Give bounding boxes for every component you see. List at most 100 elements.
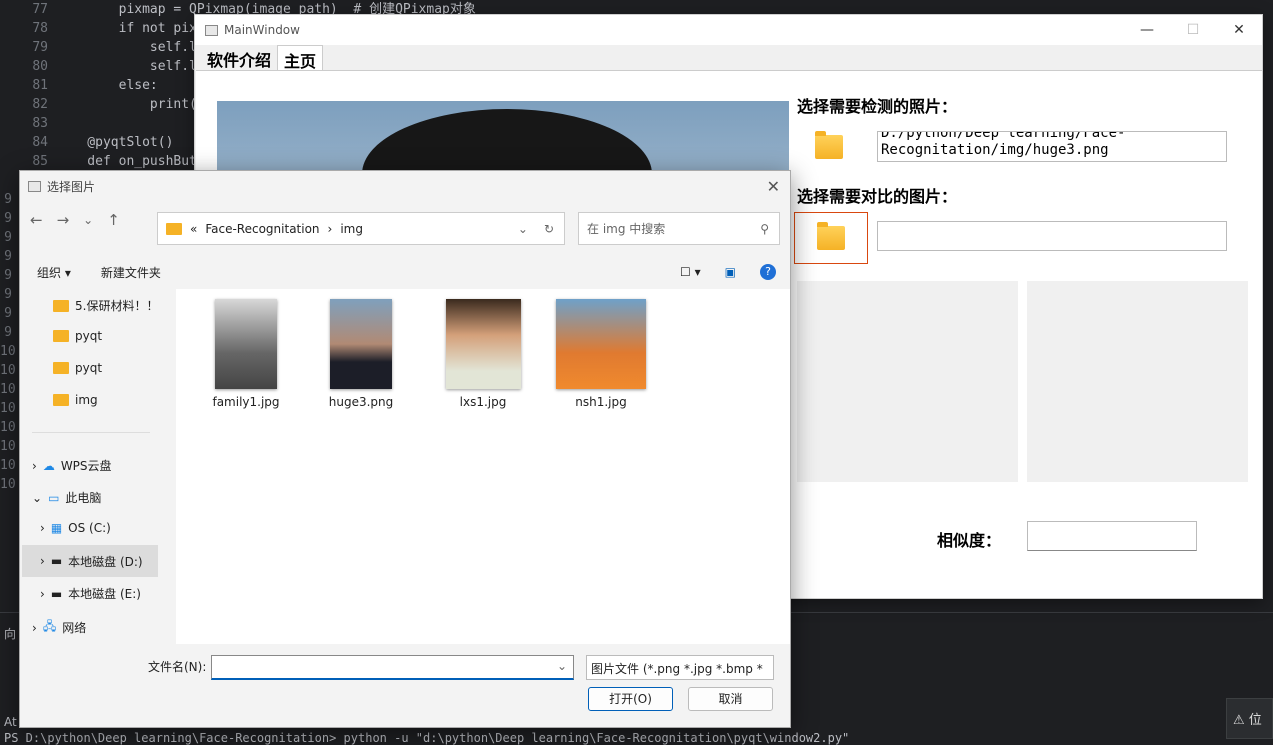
folder-icon	[53, 394, 69, 406]
main-window-title: MainWindow	[224, 23, 300, 37]
forward-arrow-icon[interactable]: →	[57, 211, 70, 229]
open-button[interactable]: 打开(O)	[588, 687, 673, 711]
nav-item-c[interactable]: › ▦ OS (C:)	[40, 521, 111, 535]
line-number: 82	[32, 97, 48, 112]
line-number: 77	[32, 2, 48, 17]
help-icon[interactable]: ?	[760, 264, 776, 280]
thumbnail	[330, 299, 392, 389]
nav-item-d[interactable]: › ▬ 本地磁盘 (D:)	[22, 545, 158, 577]
chevron-right-icon: ›	[32, 620, 37, 635]
chevron-down-icon[interactable]: ⌄	[518, 222, 528, 236]
code-line: if not pix	[56, 21, 197, 36]
code-line: self.l	[56, 59, 197, 74]
app-icon	[28, 180, 41, 192]
search-input[interactable]: 在 img 中搜索	[587, 220, 665, 237]
dialog-toolbar: 组织 ▾ 新建文件夹 ☐ ▾ ▣ ?	[20, 257, 790, 287]
detect-folder-button[interactable]	[792, 121, 866, 173]
filetype-select[interactable]: 图片文件 (*.png *.jpg *.bmp *	[586, 655, 774, 680]
terminal-line: At	[4, 715, 17, 729]
dialog-nav-buttons: ← → ⌄ ↑	[30, 211, 120, 229]
tab-intro[interactable]: 软件介绍	[201, 45, 277, 71]
folder-icon	[53, 330, 69, 342]
chevron-down-icon: ⌄	[32, 490, 43, 505]
minimize-button[interactable]: —	[1124, 22, 1170, 38]
line-number: 10	[0, 420, 16, 435]
breadcrumb-face-recognitation[interactable]: Face-Recognitation	[205, 222, 319, 236]
chevron-down-icon[interactable]: ⌄	[557, 659, 567, 673]
warning-toast[interactable]: ⚠ 位	[1226, 698, 1273, 739]
nav-item-baoyan[interactable]: 5.保研材料！！	[53, 297, 158, 314]
cancel-button[interactable]: 取消	[688, 687, 773, 711]
file-dialog: 选择图片 ✕ ← → ⌄ ↑ « Face-Recognitation › im…	[19, 170, 791, 728]
network-icon: 🖧	[42, 619, 57, 633]
filename-input[interactable]: ⌄	[211, 655, 574, 680]
dialog-close-icon[interactable]: ✕	[767, 177, 780, 196]
nav-item-e[interactable]: › ▬ 本地磁盘 (E:)	[40, 585, 141, 602]
drive-icon: ▬	[50, 554, 63, 568]
file-item-huge3[interactable]: huge3.png	[311, 299, 411, 409]
chevron-right-icon: ›	[32, 458, 37, 473]
main-titlebar: MainWindow — ☐ ✕	[195, 15, 1262, 45]
nav-item-pyqt[interactable]: pyqt	[53, 329, 102, 343]
nav-item-pyqt-2[interactable]: pyqt	[53, 361, 102, 375]
line-number: 83	[32, 116, 48, 131]
nav-item-img[interactable]: img	[53, 393, 98, 407]
detect-path-field[interactable]: D:/python/Deep learning/Face-Recognitati…	[877, 131, 1227, 162]
code-line: self.l	[56, 40, 197, 55]
view-icon[interactable]: ☐ ▾	[680, 265, 701, 279]
detect-label: 选择需要检测的照片：	[797, 97, 958, 116]
line-number: 78	[32, 21, 48, 36]
nav-item-network[interactable]: › 🖧 网络	[32, 617, 86, 638]
breadcrumb-overflow[interactable]: «	[190, 222, 197, 236]
cloud-icon: ☁	[42, 458, 55, 473]
line-number: 9	[4, 211, 12, 226]
file-item-lxs1[interactable]: lxs1.jpg	[433, 299, 533, 409]
line-number: 10	[0, 382, 16, 397]
compare-folder-button[interactable]	[794, 212, 868, 264]
file-item-family1[interactable]: family1.jpg	[196, 299, 296, 409]
breadcrumb-img[interactable]: img	[340, 222, 363, 236]
search-box[interactable]: 在 img 中搜索 ⚲	[578, 212, 780, 245]
close-button[interactable]: ✕	[1216, 22, 1262, 38]
dialog-title: 选择图片	[47, 179, 96, 194]
compare-path-field[interactable]	[877, 221, 1227, 251]
chevron-down-icon[interactable]: ⌄	[83, 211, 93, 229]
preview-pane-icon[interactable]: ▣	[725, 265, 736, 279]
line-number: 10	[0, 458, 16, 473]
line-number: 10	[0, 477, 16, 492]
search-icon: ⚲	[760, 221, 769, 236]
tab-home[interactable]: 主页	[277, 45, 324, 71]
code-line: else:	[56, 78, 158, 93]
line-number: 9	[4, 249, 12, 264]
organize-menu[interactable]: 组织 ▾	[37, 264, 71, 281]
address-bar[interactable]: « Face-Recognitation › img ⌄ ↻	[157, 212, 565, 245]
terminal-command: PS D:\python\Deep learning\Face-Recognit…	[4, 731, 850, 745]
drive-icon: ▬	[50, 586, 63, 601]
back-arrow-icon[interactable]: ←	[30, 211, 43, 229]
refresh-icon[interactable]: ↻	[544, 222, 554, 236]
new-folder-button[interactable]: 新建文件夹	[101, 264, 161, 281]
line-number: 10	[0, 344, 16, 359]
line-number: 85	[32, 154, 48, 169]
line-number: 9	[4, 192, 12, 207]
nav-item-this-pc[interactable]: ⌄ ▭ 此电脑	[32, 489, 101, 506]
compare-label: 选择需要对比的图片：	[797, 187, 958, 206]
chevron-right-icon: ›	[40, 521, 45, 535]
file-item-nsh1[interactable]: nsh1.jpg	[551, 299, 651, 409]
compare-image-preview-1	[797, 281, 1018, 482]
folder-icon	[815, 131, 843, 159]
maximize-button[interactable]: ☐	[1170, 22, 1216, 38]
folder-icon	[53, 299, 69, 312]
windows-drive-icon: ▦	[50, 521, 63, 535]
dialog-titlebar: 选择图片 ✕	[20, 171, 790, 201]
up-arrow-icon[interactable]: ↑	[107, 211, 120, 229]
code-line: @pyqtSlot()	[56, 135, 174, 150]
similarity-field[interactable]	[1027, 521, 1197, 551]
folder-icon	[817, 222, 845, 250]
thumbnail	[215, 299, 277, 389]
nav-item-wps[interactable]: › ☁ WPS云盘	[32, 457, 112, 474]
folder-icon	[166, 222, 182, 235]
line-number: 84	[32, 135, 48, 150]
line-number: 80	[32, 59, 48, 74]
code-line: def on_pushBut	[56, 154, 197, 169]
